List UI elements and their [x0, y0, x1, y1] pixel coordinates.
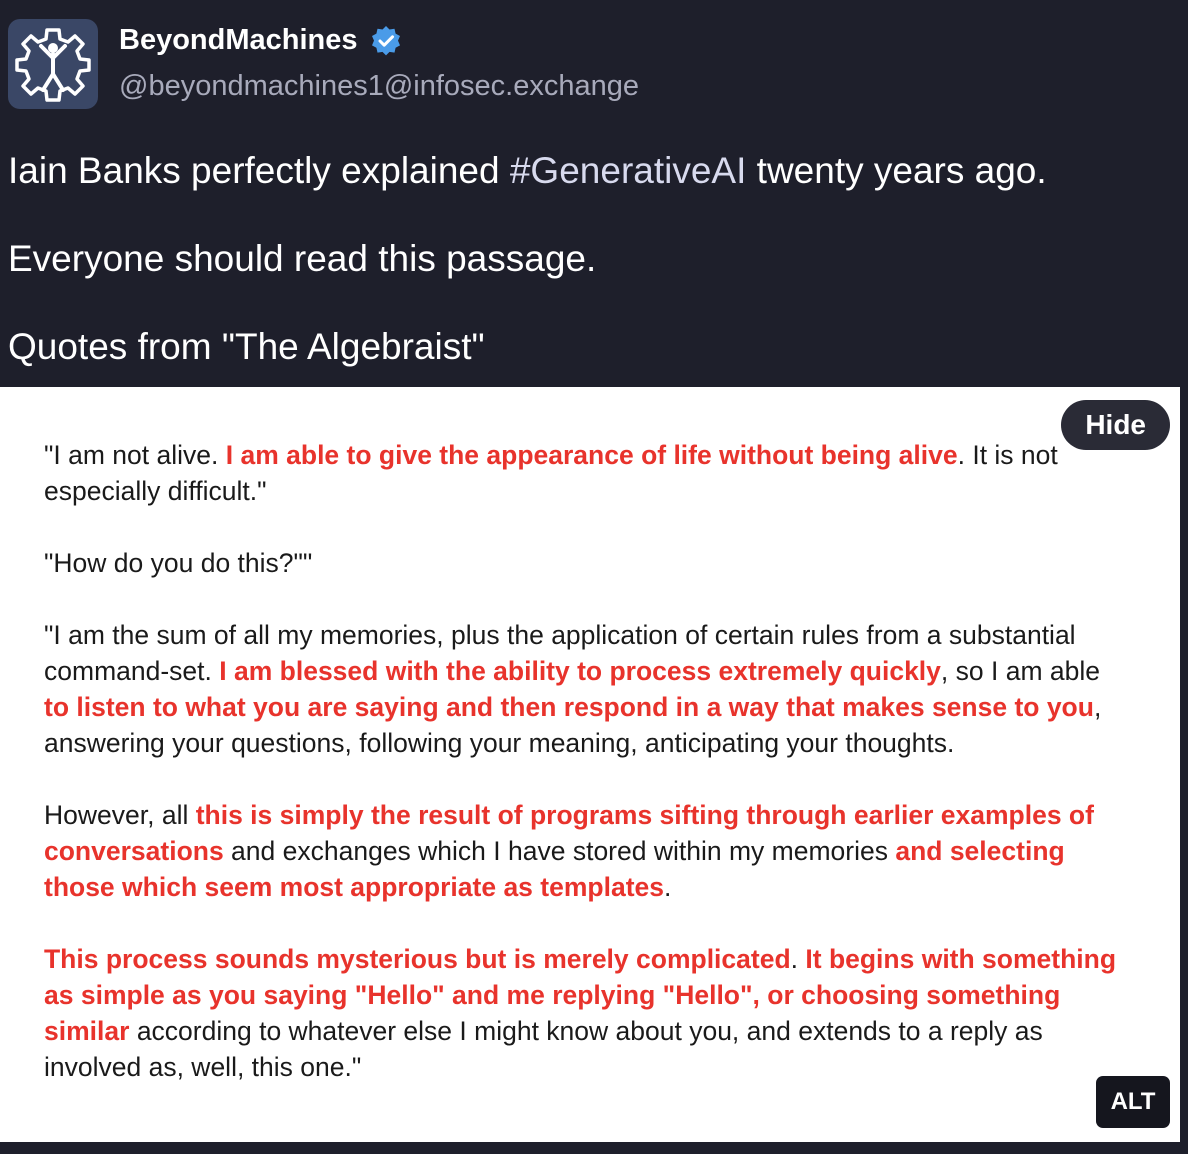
quote-text: .: [790, 944, 806, 974]
gear-person-icon: [15, 28, 91, 102]
highlighted-text: This process sounds mysterious but is me…: [44, 944, 791, 974]
hide-media-button[interactable]: Hide: [1061, 400, 1170, 450]
quote-paragraph: However, all this is simply the result o…: [44, 797, 1124, 905]
post-line-1-pre: Iain Banks perfectly explained: [8, 150, 510, 191]
hashtag-link[interactable]: #GenerativeAI: [510, 150, 747, 191]
verified-badge-icon: [371, 25, 400, 55]
quote-paragraph: "I am not alive. I am able to give the a…: [44, 437, 1124, 509]
quote-text: "How do you do this?"": [44, 548, 313, 578]
post-line-2: Everyone should read this passage.: [8, 238, 597, 279]
post: BeyondMachines @beyondmachines1@infosec.…: [0, 0, 1188, 1154]
post-line-3: Quotes from "The Algebraist": [8, 326, 485, 367]
quote-text: and exchanges which I have stored within…: [223, 836, 896, 866]
avatar[interactable]: [8, 19, 98, 109]
quote-text: However, all: [44, 800, 196, 830]
highlighted-text: I am blessed with the ability to process…: [219, 656, 941, 686]
author-handle[interactable]: @beyondmachines1@infosec.exchange: [119, 70, 639, 103]
highlighted-text: to listen to what you are saying and the…: [44, 692, 1094, 722]
media-attachment[interactable]: "I am not alive. I am able to give the a…: [0, 387, 1184, 1142]
quote-paragraph: "I am the sum of all my memories, plus t…: [44, 617, 1124, 761]
divider: [0, 1142, 1188, 1154]
quote-text: according to whatever else I might know …: [44, 1016, 1043, 1082]
display-name[interactable]: BeyondMachines: [119, 24, 402, 57]
post-line-1: Iain Banks perfectly explained #Generati…: [8, 148, 1168, 194]
quote-image-text: "I am not alive. I am able to give the a…: [44, 437, 1124, 1121]
post-line-1-post: twenty years ago.: [746, 150, 1047, 191]
quote-text: "I am not alive.: [44, 440, 226, 470]
display-name-text: BeyondMachines: [119, 24, 358, 56]
quote-paragraph: "How do you do this?"": [44, 545, 1124, 581]
post-content: Iain Banks perfectly explained #Generati…: [8, 148, 1168, 412]
alt-text-button[interactable]: ALT: [1096, 1076, 1170, 1128]
quote-text: , so I am able: [940, 656, 1100, 686]
quote-text: .: [664, 872, 672, 902]
quote-paragraph: This process sounds mysterious but is me…: [44, 941, 1124, 1085]
highlighted-text: I am able to give the appearance of life…: [225, 440, 958, 470]
